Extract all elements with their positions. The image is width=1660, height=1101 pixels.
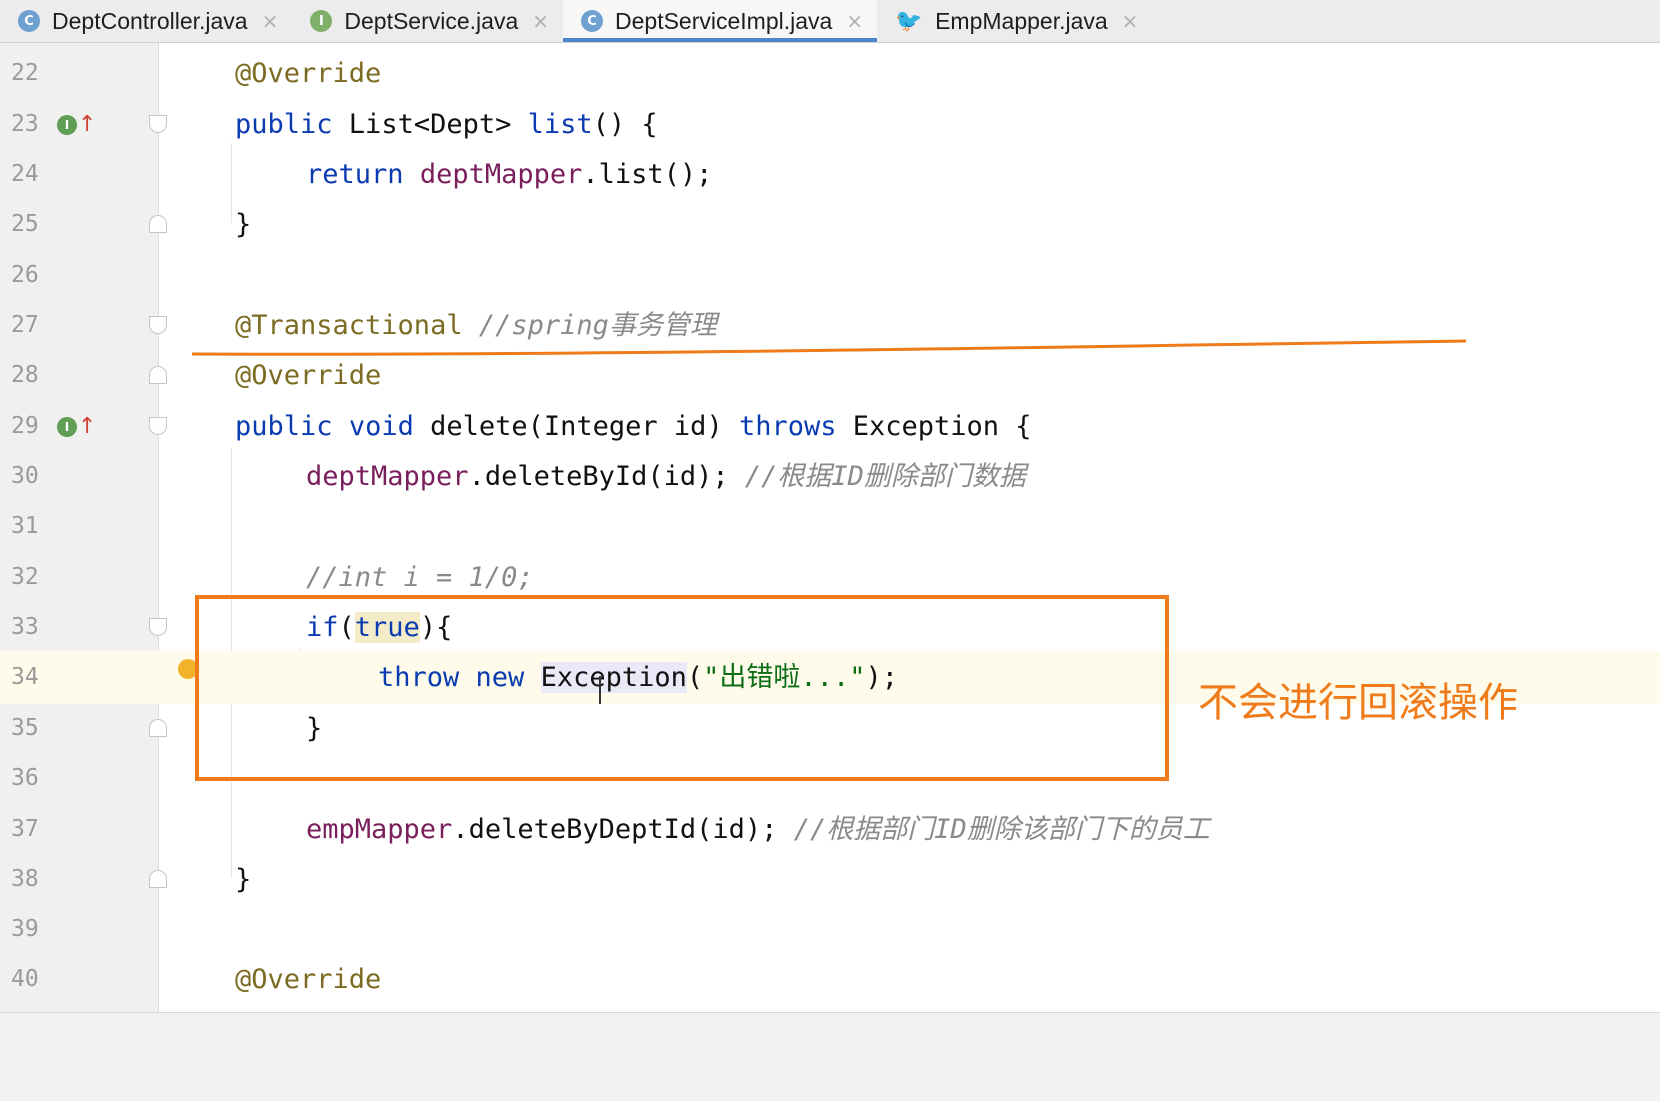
line-number: 23: [11, 111, 39, 137]
implements-method-marker[interactable]: I ↑: [57, 112, 96, 137]
highlight-box-annotation: [195, 595, 1169, 781]
code-text: @Override: [235, 360, 382, 391]
line-number: 38: [11, 866, 39, 892]
line-number: 30: [11, 463, 39, 489]
interface-badge-icon: I: [57, 114, 77, 135]
line-number: 29: [11, 413, 39, 439]
code-text: @Override: [235, 964, 382, 995]
code-text: }: [235, 864, 252, 895]
code-line-27[interactable]: 27 @Transactional //spring事务管理: [0, 299, 1660, 352]
tab-label: DeptController.java: [52, 7, 248, 34]
tab-empmapper[interactable]: 🐦 EmpMapper.java ×: [877, 0, 1152, 42]
line-number: 24: [11, 161, 39, 187]
code-text: }: [235, 209, 252, 240]
fold-toggle-icon[interactable]: [149, 870, 167, 888]
tab-deptserviceimpl[interactable]: C DeptServiceImpl.java ×: [563, 0, 878, 42]
up-arrow-icon: ↑: [78, 414, 97, 439]
code-text: @Override: [235, 58, 382, 89]
tab-deptcontroller[interactable]: C DeptController.java ×: [0, 0, 292, 42]
close-icon[interactable]: ×: [532, 9, 549, 33]
class-icon: C: [18, 10, 40, 32]
line-number: 25: [11, 211, 39, 237]
code-line-29[interactable]: 29 I ↑ public void delete(Integer id) th…: [0, 400, 1660, 453]
fold-toggle-icon[interactable]: [149, 115, 167, 133]
interface-icon: I: [310, 10, 333, 32]
code-line-22[interactable]: 22 @Override: [0, 47, 1660, 100]
code-text: public void delete(Integer id) throws Ex…: [235, 411, 1032, 442]
code-text: empMapper.deleteByDeptId(id); //根据部门ID删除…: [306, 814, 1210, 845]
line-number: 33: [11, 614, 39, 640]
class-icon: C: [581, 10, 603, 32]
code-text: @Transactional //spring事务管理: [235, 310, 717, 341]
interface-badge-icon: I: [57, 416, 77, 437]
line-number: 27: [11, 312, 39, 338]
line-number: 37: [11, 816, 39, 842]
line-number: 31: [11, 513, 39, 539]
fold-toggle-icon[interactable]: [149, 366, 167, 384]
code-line-39[interactable]: 39: [0, 903, 1660, 956]
editor-tab-bar: C DeptController.java × I DeptService.ja…: [0, 0, 1660, 43]
code-line-38[interactable]: 38 }: [0, 853, 1660, 906]
code-line-24[interactable]: 24 return deptMapper.list();: [0, 148, 1660, 201]
fold-toggle-icon[interactable]: [149, 316, 167, 334]
line-number: 40: [11, 966, 39, 992]
tab-deptservice[interactable]: I DeptService.java ×: [292, 0, 563, 42]
up-arrow-icon: ↑: [78, 112, 97, 137]
code-text: return deptMapper.list();: [306, 159, 713, 190]
fold-toggle-icon[interactable]: [149, 215, 167, 233]
fold-toggle-icon[interactable]: [149, 417, 167, 435]
line-number: 28: [11, 362, 39, 388]
code-line-26[interactable]: 26: [0, 249, 1660, 302]
code-text: public List<Dept> list() {: [235, 109, 658, 140]
line-number: 35: [11, 715, 39, 741]
close-icon[interactable]: ×: [262, 9, 279, 33]
code-editor[interactable]: 22 @Override 23 I ↑ public List<Dept> li…: [0, 43, 1660, 1063]
code-line-25[interactable]: 25 }: [0, 198, 1660, 251]
code-line-40[interactable]: 40 @Override: [0, 953, 1660, 1006]
line-number: 32: [11, 564, 39, 590]
tab-label: DeptService.java: [344, 7, 519, 34]
code-line-23[interactable]: 23 I ↑ public List<Dept> list() {: [0, 98, 1660, 151]
tab-label: EmpMapper.java: [935, 7, 1108, 34]
tab-label: DeptServiceImpl.java: [615, 7, 833, 34]
close-icon[interactable]: ×: [846, 9, 863, 33]
code-line-30[interactable]: 30 deptMapper.deleteById(id); //根据ID删除部门…: [0, 450, 1660, 503]
code-line-37[interactable]: 37 empMapper.deleteByDeptId(id); //根据部门I…: [0, 803, 1660, 856]
line-number: 22: [11, 60, 39, 86]
close-icon[interactable]: ×: [1122, 9, 1139, 33]
code-line-28[interactable]: 28 @Override: [0, 349, 1660, 402]
line-number: 26: [11, 262, 39, 288]
implements-method-marker[interactable]: I ↑: [57, 414, 96, 439]
editor-bottom-bar: [0, 1012, 1660, 1101]
fold-toggle-icon[interactable]: [149, 618, 167, 636]
fold-toggle-icon[interactable]: [149, 719, 167, 737]
code-line-31[interactable]: 31: [0, 500, 1660, 553]
annotation-note: 不会进行回滚操作: [1198, 680, 1518, 726]
line-number: 36: [11, 765, 39, 791]
line-number: 34: [11, 664, 39, 690]
mybatis-bird-icon: 🐦: [895, 8, 923, 34]
code-text: deptMapper.deleteById(id); //根据ID删除部门数据: [306, 461, 1026, 492]
line-number: 39: [11, 916, 39, 942]
